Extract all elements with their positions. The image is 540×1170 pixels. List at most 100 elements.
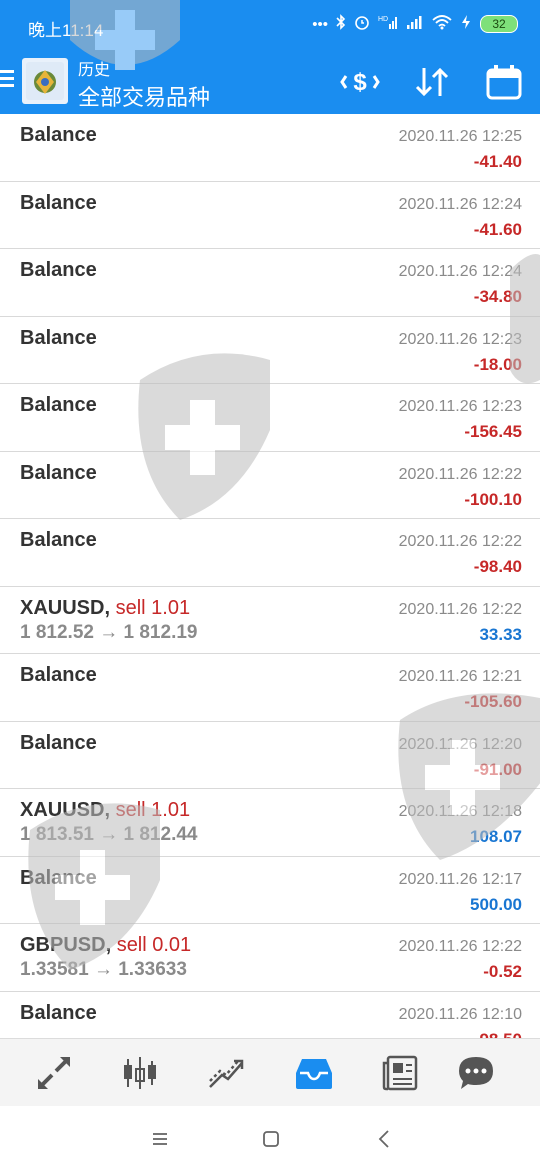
bluetooth-icon	[336, 14, 346, 34]
row-time: 2020.11.26 12:25	[398, 128, 522, 145]
row-title: Balance	[20, 529, 97, 552]
row-amount: -34.80	[473, 287, 522, 306]
row-amount: -98.40	[473, 557, 522, 576]
row-amount: -156.45	[464, 422, 522, 441]
battery-indicator: 32	[480, 15, 518, 33]
screen-subtitle: 历史	[78, 62, 111, 79]
row-symbol: XAUUSD,	[20, 799, 111, 821]
row-symbol: Balance	[20, 866, 97, 889]
row-symbol: Balance	[20, 394, 97, 416]
quotes-icon[interactable]	[34, 1053, 74, 1093]
history-row[interactable]: Balance 2020.11.26 12:24 -34.80	[0, 249, 540, 317]
row-title: Balance	[20, 124, 97, 147]
row-time: 2020.11.26 12:20	[398, 735, 522, 753]
row-time: 2020.11.26 12:22	[398, 465, 522, 483]
calendar-icon[interactable]	[484, 64, 524, 100]
history-row[interactable]: GBPUSD, sell 0.01 1.33581 → 1.33633 2020.1…	[0, 924, 540, 992]
history-row[interactable]: Balance 2020.11.26 12:22 -100.10	[0, 452, 540, 519]
home-icon[interactable]	[260, 1128, 282, 1150]
screen-title: 全部交易品种	[78, 85, 211, 110]
charging-icon	[460, 14, 472, 34]
row-symbol: Balance	[20, 1001, 97, 1024]
history-icon[interactable]	[294, 1053, 334, 1093]
row-title: Balance	[20, 462, 97, 485]
row-amount: -105.60	[464, 692, 522, 711]
row-symbol: Balance	[20, 191, 97, 214]
svg-text:HD: HD	[378, 16, 388, 23]
row-time: 2020.11.26 12:22	[398, 600, 522, 618]
currency-swap-icon[interactable]: $	[340, 64, 380, 100]
row-time: 2020.11.26 12:23	[398, 330, 522, 348]
row-title: Balance	[20, 192, 97, 215]
row-operation: sell 1.01	[115, 596, 191, 619]
row-time: 2020.11.26 12:24	[398, 263, 522, 280]
row-amount: -18.00	[473, 354, 522, 374]
row-title: Balance	[20, 732, 97, 755]
history-row[interactable]: Balance 2020.11.26 12:23 -156.45	[0, 384, 540, 452]
app-logo[interactable]	[22, 58, 68, 104]
row-amount: 33.33	[479, 624, 522, 644]
row-title: Balance	[20, 867, 97, 890]
history-list[interactable]: Balance 2020.11.26 12:25 -41.40 Balance 2020…	[0, 114, 540, 1038]
row-title: Balance	[20, 327, 97, 350]
news-icon[interactable]	[380, 1053, 420, 1093]
row-title: Balance	[20, 394, 97, 417]
row-operation: sell 0.01	[116, 934, 192, 956]
svg-text:$: $	[353, 69, 367, 96]
row-amount: -100.10	[464, 489, 522, 509]
history-row[interactable]: Balance 2020.11.26 12:21 -105.60	[0, 654, 540, 722]
wifi-icon	[432, 14, 452, 34]
chat-icon[interactable]	[456, 1053, 496, 1093]
row-symbol: Balance	[20, 529, 97, 551]
history-row[interactable]: XAUUSD, sell 1.01 1 813.51 → 1 812.44 2020…	[0, 789, 540, 857]
row-prices: 1.33581 → 1.33633	[20, 959, 187, 980]
history-row[interactable]: Balance 2020.11.26 12:17 500.00	[0, 857, 540, 924]
row-amount: -41.60	[473, 219, 522, 239]
row-operation: sell 1.01	[115, 799, 191, 821]
history-row[interactable]: Balance 2020.11.26 12:10 -98.50	[0, 992, 540, 1039]
row-amount: -98.50	[474, 1030, 522, 1039]
sort-icon[interactable]	[412, 64, 452, 100]
row-time: 2020.11.26 12:10	[398, 1005, 522, 1023]
history-row[interactable]: Balance 2020.11.26 12:24 -41.60	[0, 182, 540, 249]
status-bar: 晚上11:14 ••• HD 32	[0, 0, 540, 52]
row-symbol: Balance	[20, 664, 97, 686]
history-row[interactable]: XAUUSD, sell 1.01 1 812.52 → 1 812.19 2020…	[0, 587, 540, 654]
row-symbol: Balance	[20, 731, 97, 754]
back-icon[interactable]	[374, 1128, 396, 1150]
row-amount: 500.00	[470, 894, 522, 914]
screen: 晚上11:14 ••• HD 32 历史 全部交易品种 $ Balance 20…	[0, 0, 540, 1170]
system-nav-bar	[0, 1106, 540, 1170]
row-symbol: GBPUSD,	[20, 934, 112, 956]
app-bar: 历史 全部交易品种 $	[0, 52, 540, 114]
history-row[interactable]: Balance 2020.11.26 12:20 -91.00	[0, 722, 540, 789]
status-time: 晚上11:14	[28, 21, 104, 40]
row-amount: -91.00	[473, 759, 522, 779]
trade-icon[interactable]	[206, 1053, 246, 1093]
menu-icon[interactable]	[0, 66, 14, 96]
recent-apps-icon[interactable]	[149, 1128, 171, 1150]
history-row[interactable]: Balance 2020.11.26 12:22 -98.40	[0, 519, 540, 587]
dots-icon: •••	[312, 15, 328, 33]
history-row[interactable]: Balance 2020.11.26 12:25 -41.40	[0, 114, 540, 182]
bottom-nav	[0, 1038, 540, 1106]
row-symbol: Balance	[20, 461, 97, 484]
row-title: GBPUSD, sell 0.01	[20, 934, 191, 957]
row-prices: 1 813.51 → 1 812.44	[20, 824, 198, 845]
chart-icon[interactable]	[120, 1053, 160, 1093]
row-amount: -0.52	[483, 962, 522, 981]
row-symbol: Balance	[20, 326, 97, 349]
alarm-icon	[354, 14, 370, 34]
row-title: Balance	[20, 1002, 97, 1025]
row-amount: 108.07	[470, 827, 522, 846]
history-row[interactable]: Balance 2020.11.26 12:23 -18.00	[0, 317, 540, 384]
row-symbol: Balance	[20, 259, 97, 281]
row-time: 2020.11.26 12:18	[398, 803, 522, 820]
row-time: 2020.11.26 12:17	[398, 870, 522, 888]
row-amount: -41.40	[473, 152, 522, 171]
row-symbol: XAUUSD,	[20, 596, 111, 619]
row-title: Balance	[20, 664, 97, 687]
signal-icon	[406, 14, 424, 34]
row-title: XAUUSD, sell 1.01	[20, 597, 190, 620]
row-time: 2020.11.26 12:21	[398, 668, 522, 685]
